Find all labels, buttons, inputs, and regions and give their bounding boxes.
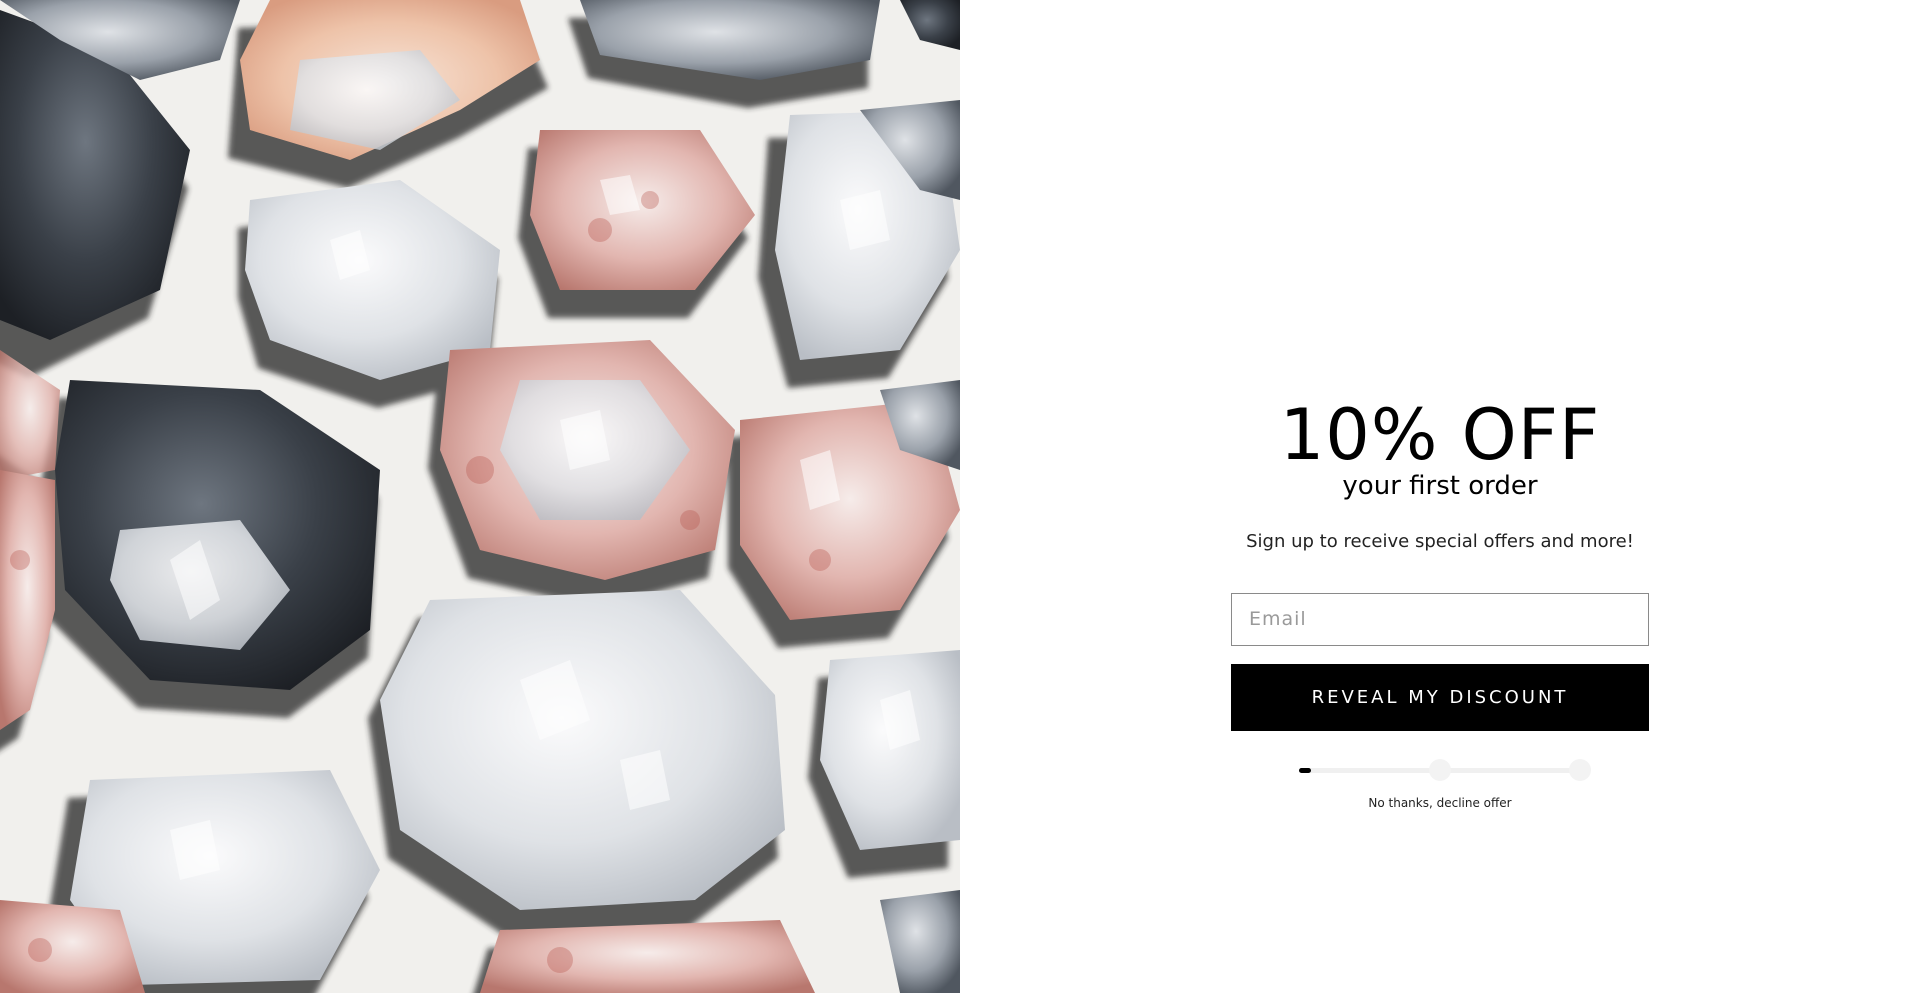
offer-form: 10% OFF your first order Sign up to rece… [960, 400, 1920, 810]
decline-offer-link[interactable]: No thanks, decline offer [1368, 796, 1511, 810]
progress-fill [1299, 767, 1311, 773]
offer-tagline: Sign up to receive special offers and mo… [1246, 530, 1634, 552]
reveal-discount-button[interactable]: REVEAL MY DISCOUNT [1231, 663, 1649, 731]
hero-image [0, 0, 960, 993]
signup-progress [1289, 758, 1591, 782]
signup-popup: 10% OFF your first order Sign up to rece… [0, 0, 1920, 993]
email-input[interactable] [1231, 592, 1649, 646]
crystal-clusters-photo [0, 0, 960, 993]
progress-step-2 [1429, 758, 1451, 781]
progress-step-3 [1569, 758, 1591, 781]
offer-panel: 10% OFF your first order Sign up to rece… [960, 0, 1920, 993]
offer-subheadline: your first order [1342, 471, 1538, 501]
offer-headline: 10% OFF [1279, 394, 1601, 476]
